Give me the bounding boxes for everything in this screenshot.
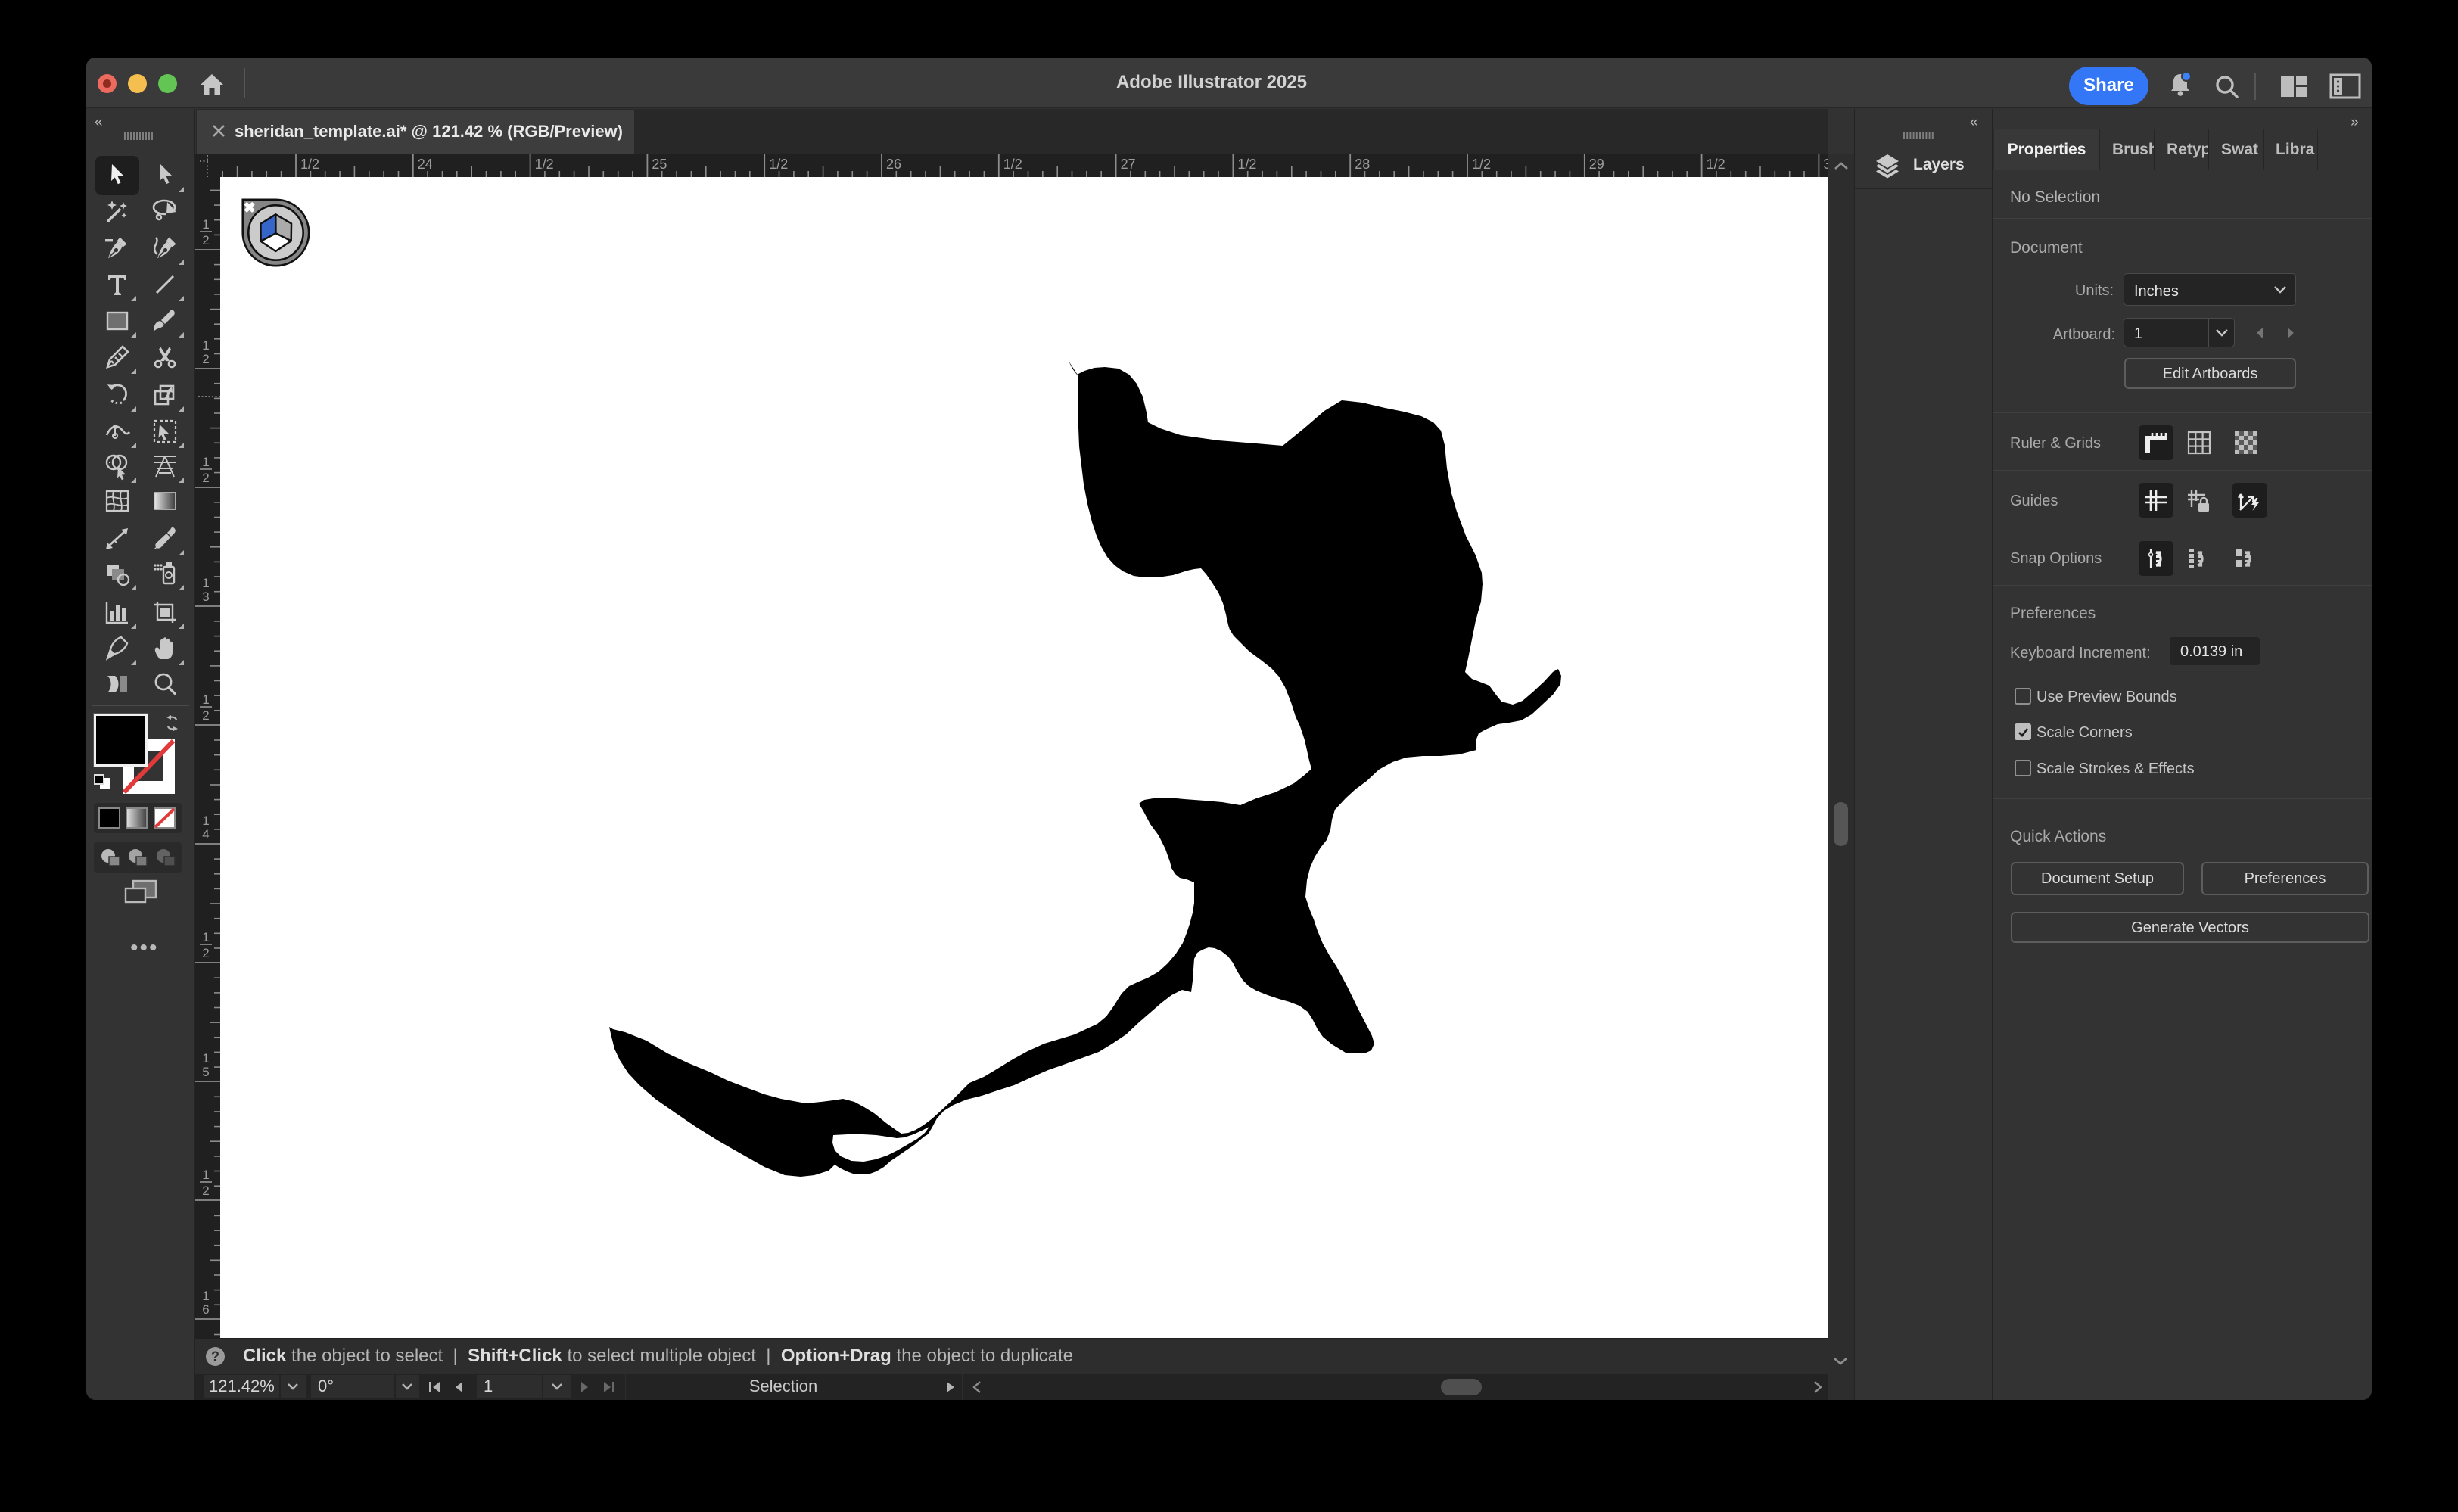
svg-text:1/2: 1/2 — [1237, 157, 1256, 172]
svg-text:5: 5 — [202, 1065, 209, 1079]
svg-text:1: 1 — [202, 1168, 209, 1182]
svg-text:27: 27 — [1121, 157, 1136, 172]
svg-text:1/2: 1/2 — [300, 157, 319, 172]
svg-text:1: 1 — [202, 1051, 209, 1066]
svg-text:2: 2 — [202, 708, 209, 723]
svg-text:1/2: 1/2 — [1472, 157, 1491, 172]
svg-text:28: 28 — [1355, 157, 1370, 172]
svg-text:?: ? — [211, 1349, 219, 1364]
svg-text:4: 4 — [202, 827, 209, 842]
svg-text:1: 1 — [202, 1289, 209, 1303]
svg-text:1/2: 1/2 — [1003, 157, 1022, 172]
svg-text:1/2: 1/2 — [1707, 157, 1725, 172]
svg-text:24: 24 — [418, 157, 433, 172]
svg-text:2: 2 — [202, 233, 209, 247]
svg-text:25: 25 — [652, 157, 667, 172]
svg-text:1: 1 — [202, 692, 209, 707]
svg-text:2: 2 — [202, 471, 209, 485]
svg-text:1/2: 1/2 — [769, 157, 788, 172]
svg-text:1: 1 — [202, 930, 209, 944]
svg-text:1: 1 — [202, 217, 209, 232]
svg-text:6: 6 — [202, 1302, 209, 1317]
svg-text:1: 1 — [202, 576, 209, 590]
svg-text:2: 2 — [202, 1184, 209, 1198]
svg-text:29: 29 — [1589, 157, 1604, 172]
svg-text:2: 2 — [202, 352, 209, 366]
svg-text:1: 1 — [202, 455, 209, 469]
svg-text:26: 26 — [886, 157, 901, 172]
svg-text:1/2: 1/2 — [535, 157, 554, 172]
svg-text:3: 3 — [202, 590, 209, 604]
svg-text:2: 2 — [202, 946, 209, 960]
svg-text:1: 1 — [202, 814, 209, 828]
svg-text:1: 1 — [202, 338, 209, 353]
